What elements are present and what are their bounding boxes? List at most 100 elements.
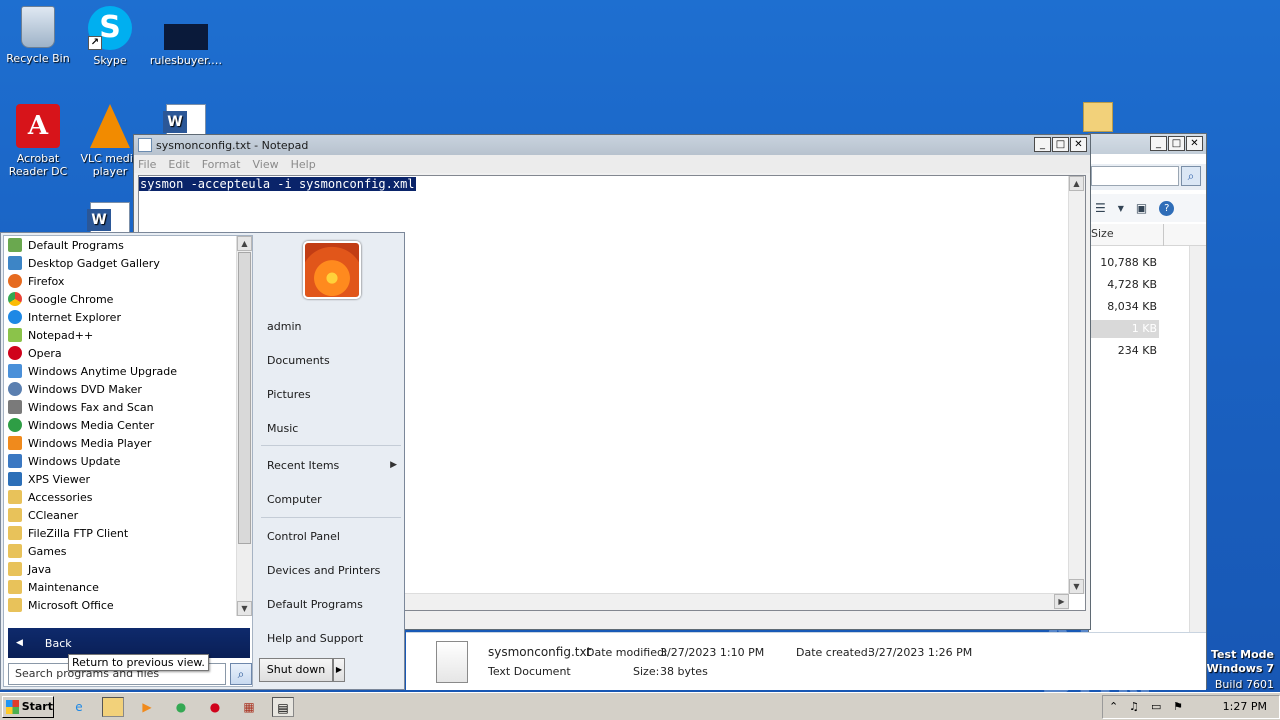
menu-view[interactable]: View: [253, 158, 279, 171]
media-player-icon: [8, 436, 22, 450]
program-folder[interactable]: Maintenance: [4, 578, 238, 596]
chevron-down-icon[interactable]: ▼: [1118, 204, 1124, 213]
close-button[interactable]: ✕: [1070, 137, 1087, 152]
desktop-icon-rulesbuyer[interactable]: rulesbuyer.…: [148, 6, 224, 67]
search-icon[interactable]: ⌕: [1181, 166, 1201, 186]
minimize-button[interactable]: _: [1034, 137, 1051, 152]
scrollbar-thumb[interactable]: [238, 252, 251, 544]
program-folder[interactable]: Games: [4, 542, 238, 560]
desktop-icon-acrobat[interactable]: A Acrobat Reader DC: [0, 104, 76, 178]
program-item[interactable]: Default Programs: [4, 236, 238, 254]
explorer-search-input[interactable]: [1091, 166, 1179, 186]
program-label: Desktop Gadget Gallery: [28, 256, 160, 270]
program-item[interactable]: Windows Media Center: [4, 416, 238, 434]
link-recent-items[interactable]: Recent Items: [267, 459, 339, 472]
programs-scrollbar[interactable]: ▲ ▼: [236, 236, 252, 616]
menu-file[interactable]: File: [138, 158, 156, 171]
scroll-down-button[interactable]: ▼: [237, 601, 252, 616]
scroll-up-button[interactable]: ▲: [1069, 176, 1084, 191]
scroll-right-button[interactable]: ▶: [1054, 594, 1069, 609]
shutdown-button[interactable]: Shut down: [259, 658, 333, 682]
explorer-window[interactable]: _ □ ✕ ⌕ ☰ ▼ ▣ ? Size 10,788 KB 4,728 KB …: [1088, 133, 1207, 689]
desktop-icon-recycle-bin[interactable]: Recycle Bin: [0, 6, 76, 65]
view-options-icon[interactable]: ☰: [1095, 201, 1106, 215]
scroll-down-button[interactable]: ▼: [1069, 579, 1084, 594]
details-pane: sysmonconfig.txt Text Document Date modi…: [406, 632, 1206, 690]
link-documents[interactable]: Documents: [267, 354, 330, 367]
program-item[interactable]: Windows Update: [4, 452, 238, 470]
folder-icon: [8, 508, 22, 522]
program-item[interactable]: XPS Viewer: [4, 470, 238, 488]
program-item[interactable]: Notepad++: [4, 326, 238, 344]
show-hidden-icons-icon[interactable]: ⌃: [1109, 700, 1118, 713]
minimize-button[interactable]: _: [1150, 136, 1167, 151]
program-label: Windows Update: [28, 454, 121, 468]
chrome-icon[interactable]: ●: [170, 697, 192, 717]
volume-icon[interactable]: ♫: [1129, 700, 1139, 713]
program-item[interactable]: Internet Explorer: [4, 308, 238, 326]
program-label: Google Chrome: [28, 292, 114, 306]
scroll-up-button[interactable]: ▲: [237, 236, 252, 251]
media-player-icon[interactable]: ▶: [136, 697, 158, 717]
program-item[interactable]: Windows DVD Maker: [4, 380, 238, 398]
link-help-support[interactable]: Help and Support: [267, 632, 363, 645]
shutdown-options-arrow-icon[interactable]: ▶: [333, 658, 345, 682]
opera-icon[interactable]: ●: [204, 697, 226, 717]
program-folder[interactable]: Accessories: [4, 488, 238, 506]
column-header-size[interactable]: Size: [1089, 224, 1206, 246]
start-button[interactable]: Start: [2, 696, 54, 718]
program-folder[interactable]: FileZilla FTP Client: [4, 524, 238, 542]
program-folder[interactable]: Java: [4, 560, 238, 578]
maximize-button[interactable]: □: [1168, 136, 1185, 151]
program-item[interactable]: Windows Media Player: [4, 434, 238, 452]
desktop-icon-label: Recycle Bin: [6, 52, 70, 65]
program-item[interactable]: Desktop Gadget Gallery: [4, 254, 238, 272]
link-user[interactable]: admin: [267, 320, 301, 333]
winrar-icon[interactable]: ▦: [238, 697, 260, 717]
file-size-cell: 234 KB: [1117, 344, 1157, 357]
maximize-button[interactable]: □: [1052, 137, 1069, 152]
user-avatar[interactable]: [303, 241, 361, 299]
program-label: Windows Media Player: [28, 436, 152, 450]
link-default-programs[interactable]: Default Programs: [267, 598, 363, 611]
program-item[interactable]: Windows Anytime Upgrade: [4, 362, 238, 380]
menu-help[interactable]: Help: [291, 158, 316, 171]
file-size-cell-selected[interactable]: 1 KB: [1089, 320, 1159, 338]
link-computer[interactable]: Computer: [267, 493, 322, 506]
menu-format[interactable]: Format: [202, 158, 241, 171]
link-control-panel[interactable]: Control Panel: [267, 530, 340, 543]
program-folder[interactable]: CCleaner: [4, 506, 238, 524]
program-label: Maintenance: [28, 580, 99, 594]
program-item[interactable]: Opera: [4, 344, 238, 362]
explorer-titlebar[interactable]: _ □ ✕: [1089, 134, 1206, 154]
desktop-icon-folder[interactable]: [1060, 102, 1136, 136]
clock[interactable]: 1:27 PM: [1223, 700, 1267, 713]
notepad-vertical-scrollbar[interactable]: ▲ ▼: [1068, 176, 1085, 594]
link-pictures[interactable]: Pictures: [267, 388, 311, 401]
program-folder[interactable]: Microsoft Office: [4, 596, 238, 614]
internet-explorer-icon[interactable]: e: [68, 697, 90, 717]
explorer-taskbar-icon[interactable]: [102, 697, 124, 717]
back-arrow-icon: ◀: [16, 638, 23, 648]
program-item[interactable]: Firefox: [4, 272, 238, 290]
program-item[interactable]: Windows Fax and Scan: [4, 398, 238, 416]
program-item[interactable]: Google Chrome: [4, 290, 238, 308]
network-icon[interactable]: ▭: [1151, 700, 1161, 713]
help-icon[interactable]: ?: [1159, 200, 1175, 216]
acrobat-icon: A: [16, 104, 60, 148]
action-center-flag-icon[interactable]: ⚑: [1173, 700, 1183, 713]
windows-logo-icon: [6, 700, 19, 714]
menu-edit[interactable]: Edit: [168, 158, 189, 171]
file-icon: [164, 24, 208, 50]
link-music[interactable]: Music: [267, 422, 298, 435]
link-devices-printers[interactable]: Devices and Printers: [267, 564, 380, 577]
explorer-vertical-scrollbar[interactable]: [1189, 246, 1206, 688]
search-icon[interactable]: ⌕: [230, 663, 252, 685]
preview-pane-icon[interactable]: ▣: [1136, 201, 1147, 215]
close-button[interactable]: ✕: [1186, 136, 1203, 151]
details-size-label: Size:: [633, 665, 660, 678]
notepad-taskbar-icon[interactable]: ▤: [272, 697, 294, 717]
explorer-command-bar: ☰ ▼ ▣ ?: [1089, 194, 1206, 222]
desktop-icon-skype[interactable]: S ↗ Skype: [72, 6, 148, 67]
notepad-titlebar[interactable]: sysmonconfig.txt - Notepad _ □ ✕: [134, 135, 1090, 155]
